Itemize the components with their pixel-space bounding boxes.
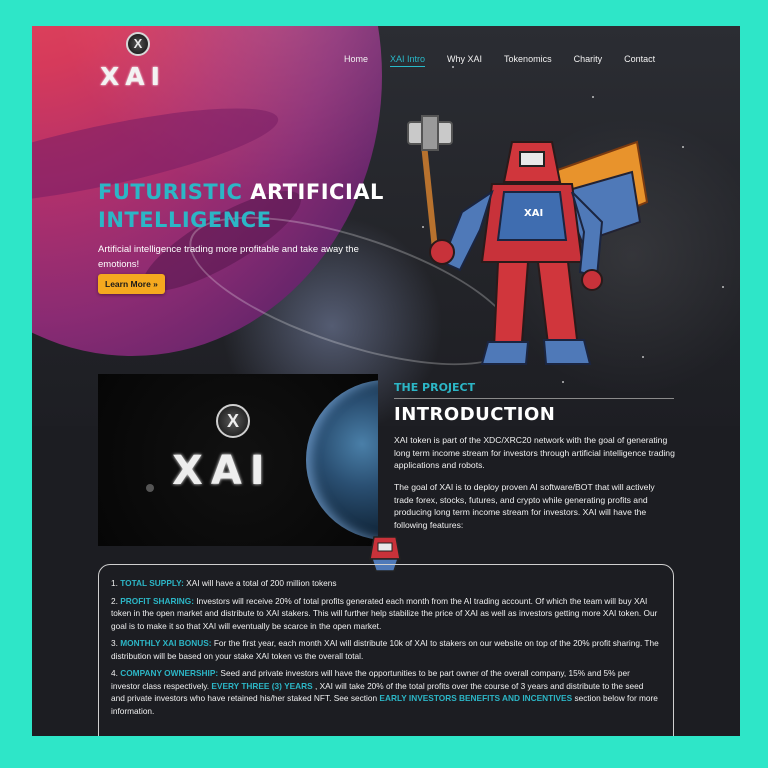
intro-image: X XAI xyxy=(98,374,378,546)
nav-item-contact[interactable]: Contact xyxy=(624,54,655,67)
feature-item: 2. PROFIT SHARING: Investors will receiv… xyxy=(111,595,658,631)
nav-item-home[interactable]: Home xyxy=(344,54,368,67)
hero-title-part3: INTELLIGENCE xyxy=(98,208,272,232)
intro-title: INTRODUCTION xyxy=(394,404,556,425)
nav-item-tokenomics[interactable]: Tokenomics xyxy=(504,54,552,67)
svg-text:XAI: XAI xyxy=(524,208,543,219)
main-nav: Home XAI Intro Why XAI Tokenomics Charit… xyxy=(344,54,677,67)
intro-paragraph-1: XAI token is part of the XDC/XRC20 netwo… xyxy=(394,435,675,470)
feature-item: 4. COMPANY OWNERSHIP: Seed and private i… xyxy=(111,668,658,716)
features-list: 1. TOTAL SUPPLY: XAI will have a total o… xyxy=(111,577,659,717)
feature-item: 1. TOTAL SUPPLY: XAI will have a total o… xyxy=(111,578,337,588)
intro-logo-text: XAI xyxy=(172,448,273,494)
earth-illustration xyxy=(306,380,378,540)
logo-badge-icon: X xyxy=(126,32,150,56)
hero-title: FUTURISTIC ARTIFICIAL INTELLIGENCE xyxy=(98,178,398,234)
logo-text: XAI xyxy=(100,62,166,91)
moon-illustration xyxy=(146,484,154,492)
feature-item: 3. MONTHLY XAI BONUS: For the first year… xyxy=(111,638,659,661)
hero-title-part2: ARTIFICIAL xyxy=(250,180,384,204)
divider xyxy=(394,398,674,399)
nav-item-xai-intro[interactable]: XAI Intro xyxy=(390,54,426,67)
intro-paragraph-2: The goal of XAI is to deploy proven AI s… xyxy=(394,482,655,530)
hero-subtitle: Artificial intelligence trading more pro… xyxy=(98,244,359,270)
learn-more-button[interactable]: Learn More » xyxy=(98,274,165,294)
features-box: 1. TOTAL SUPPLY: XAI will have a total o… xyxy=(98,564,674,736)
intro-logo-badge-icon: X xyxy=(216,404,250,438)
page: X XAI Home XAI Intro Why XAI Tokenomics … xyxy=(32,26,740,736)
project-kicker: THE PROJECT xyxy=(394,381,476,394)
robot-illustration: XAI xyxy=(407,115,649,365)
nav-item-why-xai[interactable]: Why XAI xyxy=(447,54,482,67)
brand-logo[interactable]: X XAI xyxy=(98,32,188,92)
hero-title-part1: FUTURISTIC xyxy=(98,180,251,204)
nav-item-charity[interactable]: Charity xyxy=(574,54,603,67)
early-investors-link[interactable]: EARLY INVESTORS BENEFITS AND INCENTIVES xyxy=(379,693,572,703)
